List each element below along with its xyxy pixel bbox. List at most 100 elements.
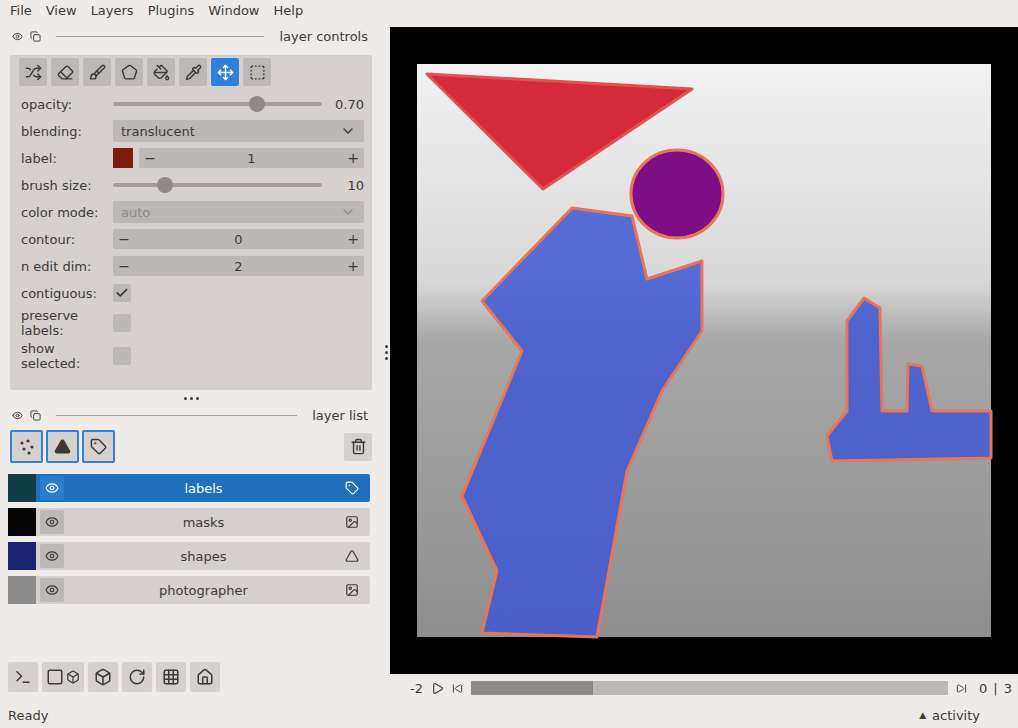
step-forward-icon[interactable] xyxy=(956,683,967,694)
layer-type xyxy=(343,583,361,597)
control-label: label: xyxy=(21,151,113,166)
paint-icon xyxy=(89,64,106,81)
new-layer-button[interactable] xyxy=(82,430,115,463)
menu-item[interactable]: File xyxy=(3,0,39,22)
close-dock-icon[interactable] xyxy=(12,410,23,421)
layer-row[interactable]: photographer xyxy=(8,576,370,604)
checkbox[interactable] xyxy=(113,347,131,365)
visibility-toggle[interactable] xyxy=(40,544,64,568)
spin-box[interactable]: −1+ xyxy=(139,148,364,168)
control-field: −2+ xyxy=(113,256,364,276)
tool-button[interactable] xyxy=(211,58,239,86)
chevron-down-icon xyxy=(340,123,356,139)
status-bar: Ready▲activity xyxy=(0,702,1018,728)
menu-item[interactable]: Window xyxy=(201,0,266,22)
new-layer-button[interactable] xyxy=(46,430,79,463)
console-button[interactable] xyxy=(8,662,38,692)
control-label: preserve labels: xyxy=(21,308,113,338)
chevron-down-icon xyxy=(340,204,356,220)
layer-name[interactable]: photographer xyxy=(64,583,343,598)
visibility-toggle[interactable] xyxy=(40,578,64,602)
roll-button[interactable] xyxy=(88,662,118,692)
control-row: n edit dim:−2+ xyxy=(21,254,364,278)
spin-box[interactable]: −2+ xyxy=(113,256,364,276)
slider[interactable] xyxy=(113,176,322,194)
increment-button[interactable]: + xyxy=(342,148,364,168)
float-dock-icon[interactable] xyxy=(30,410,41,421)
menu-item[interactable]: View xyxy=(39,0,84,22)
activity-button[interactable]: ▲activity xyxy=(919,708,1010,723)
tool-button[interactable] xyxy=(179,58,207,86)
layer-name[interactable]: labels xyxy=(64,481,343,496)
menu-item[interactable]: Layers xyxy=(84,0,141,22)
tool-button[interactable] xyxy=(147,58,175,86)
increment-button[interactable]: + xyxy=(342,256,364,276)
control-label: n edit dim: xyxy=(21,259,113,274)
slider-thumb[interactable] xyxy=(249,96,265,112)
dims-slider[interactable] xyxy=(471,681,948,695)
polygon-shape[interactable] xyxy=(827,298,991,461)
step-back-icon[interactable] xyxy=(452,683,463,694)
control-row: label: −1+ xyxy=(21,146,364,170)
decrement-button[interactable]: − xyxy=(113,229,135,249)
tool-button[interactable] xyxy=(83,58,111,86)
control-field: −1+ xyxy=(113,148,364,168)
layer-type xyxy=(343,481,361,495)
dims-slider-thumb[interactable] xyxy=(471,681,593,695)
increment-button[interactable]: + xyxy=(342,229,364,249)
layer-name[interactable]: masks xyxy=(64,515,343,530)
tool-button[interactable] xyxy=(19,58,47,86)
tool-button[interactable] xyxy=(115,58,143,86)
spin-value[interactable]: 1 xyxy=(161,151,342,166)
dock-splitter[interactable] xyxy=(382,22,390,682)
canvas[interactable] xyxy=(390,27,1018,674)
decrement-button[interactable]: − xyxy=(113,256,135,276)
delete-layer-button[interactable] xyxy=(344,433,372,461)
pan-zoom-icon xyxy=(217,64,234,81)
grid-button[interactable] xyxy=(156,662,186,692)
visibility-toggle[interactable] xyxy=(40,510,64,534)
tool-button[interactable] xyxy=(51,58,79,86)
visibility-toggle[interactable] xyxy=(40,476,64,500)
spin-box[interactable]: −0+ xyxy=(113,229,364,249)
ellipse-shape[interactable] xyxy=(631,150,723,238)
slider-thumb[interactable] xyxy=(157,177,173,193)
layer-row[interactable]: masks xyxy=(8,508,370,536)
dropdown[interactable]: translucent xyxy=(113,120,364,142)
trash-icon xyxy=(350,438,367,455)
control-row: brush size:10 xyxy=(21,173,364,197)
decrement-button[interactable]: − xyxy=(139,148,161,168)
layer-row[interactable]: labels xyxy=(8,474,370,502)
spin-value[interactable]: 0 xyxy=(135,232,342,247)
slider-reading: 0.70 xyxy=(322,97,364,112)
menu-item[interactable]: Plugins xyxy=(141,0,202,22)
spin-value[interactable]: 2 xyxy=(135,259,342,274)
transpose-button[interactable] xyxy=(122,662,152,692)
dock-title: layer controls xyxy=(279,29,368,44)
layer-row[interactable]: shapes xyxy=(8,542,370,570)
control-label: color mode: xyxy=(21,205,113,220)
header-line xyxy=(56,415,297,416)
grid-icon xyxy=(162,668,180,686)
control-row: preserve labels: xyxy=(21,308,364,338)
dock-resize-handle[interactable] xyxy=(0,392,382,404)
checkbox[interactable] xyxy=(113,284,131,302)
ndisplay-button[interactable] xyxy=(42,662,84,692)
control-field xyxy=(113,284,364,302)
new-layer-button[interactable] xyxy=(10,430,43,463)
layer-name[interactable]: shapes xyxy=(64,549,343,564)
home-icon xyxy=(196,668,214,686)
play-icon[interactable] xyxy=(431,682,444,695)
layer-thumbnail xyxy=(8,542,36,570)
viewer-column: -20|3 xyxy=(390,22,1018,702)
checkbox[interactable] xyxy=(113,314,131,332)
tool-button[interactable] xyxy=(243,58,271,86)
polygon-shape[interactable] xyxy=(462,208,702,637)
menu-item[interactable]: Help xyxy=(267,0,311,22)
slider[interactable] xyxy=(113,95,322,113)
polygon-icon xyxy=(121,64,138,81)
transform-icon xyxy=(249,64,266,81)
close-dock-icon[interactable] xyxy=(12,31,23,42)
float-dock-icon[interactable] xyxy=(30,31,41,42)
home-button[interactable] xyxy=(190,662,220,692)
